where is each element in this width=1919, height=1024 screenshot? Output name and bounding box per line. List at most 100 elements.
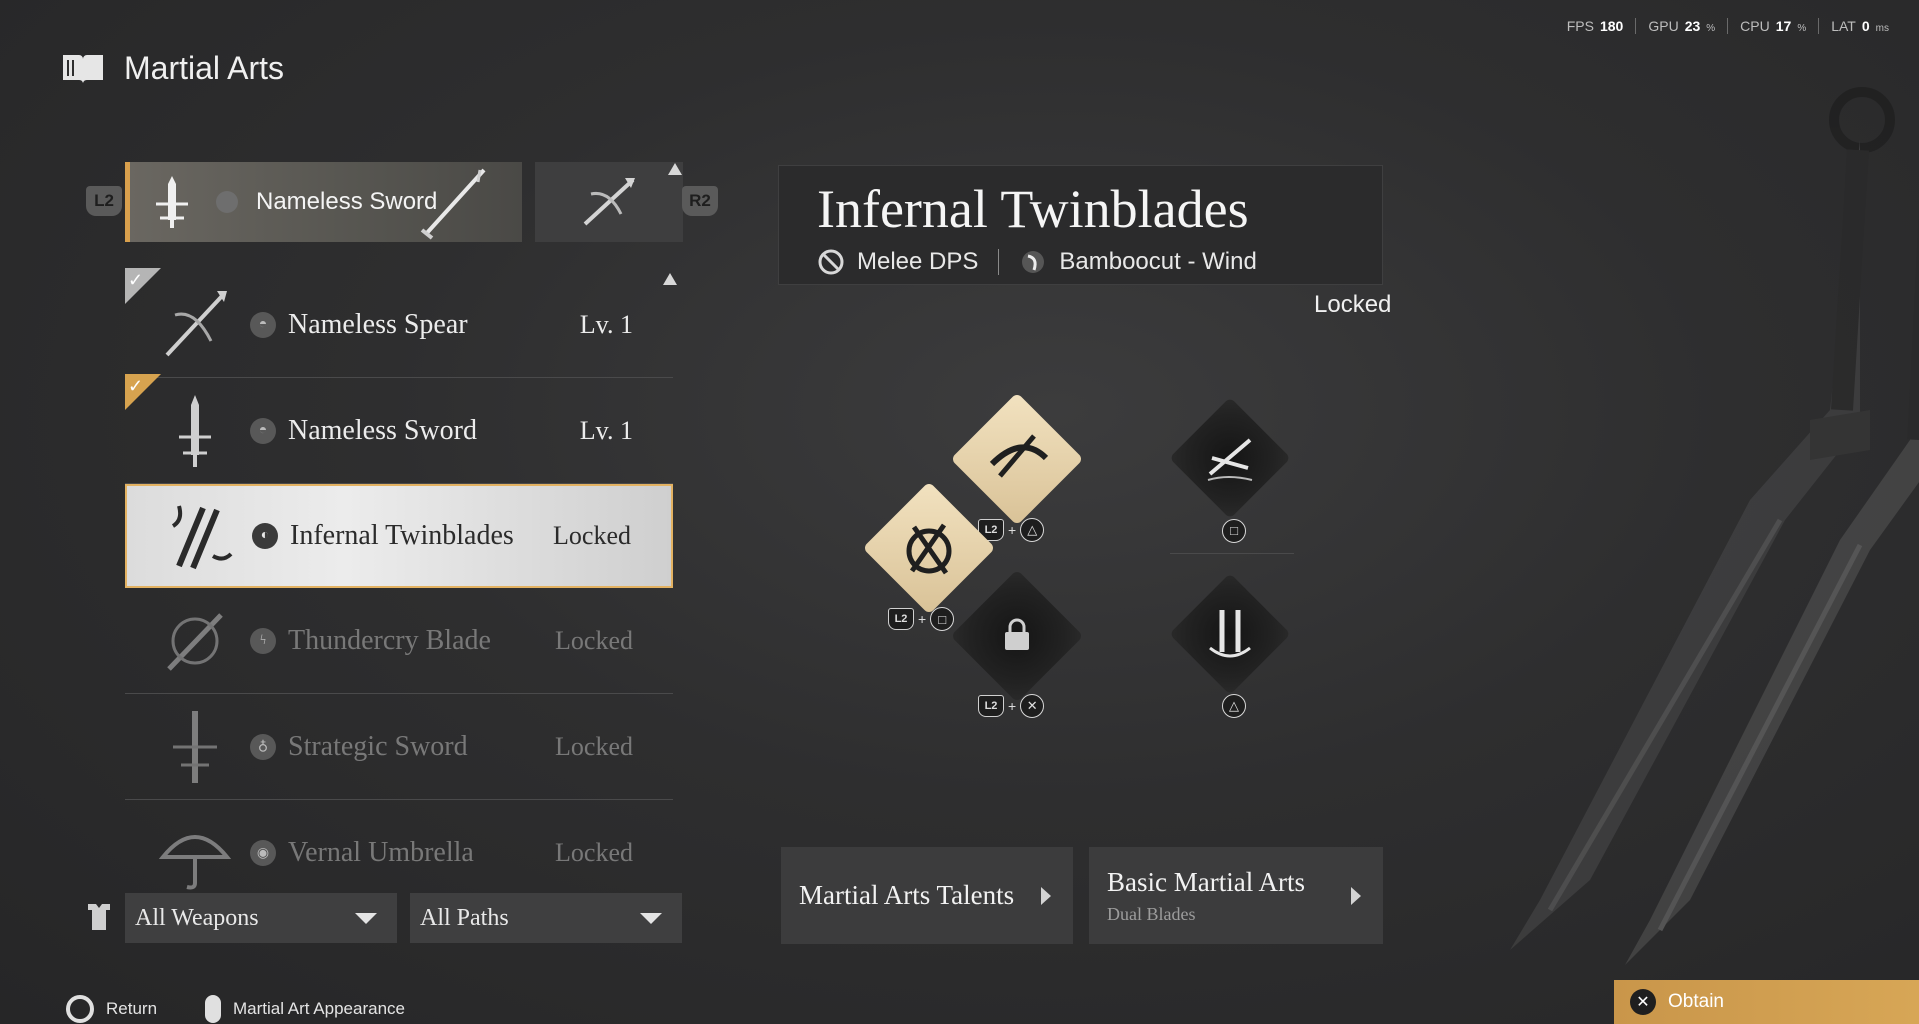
crossed-blades-skill-icon (1207, 438, 1253, 481)
plus-sign: + (1008, 698, 1017, 714)
weapon-row-infernal-twinblades[interactable]: ◐ Infernal Twinblades Locked (125, 484, 673, 588)
scroll-up-indicator[interactable] (668, 163, 682, 175)
skill-slot-l2-square[interactable] (862, 481, 996, 615)
thundercry-weapon-icon (167, 612, 223, 671)
chevron-down-icon (640, 912, 662, 924)
weapon-status: Lv. 1 (579, 309, 633, 339)
twinblades-artwork (1510, 87, 1919, 965)
page-header: Martial Arts (60, 50, 284, 87)
weapon-list: ✓ ◓ Nameless Spear Lv. 1 ✓ ◓ Nameless Sw… (125, 268, 673, 906)
performance-overlay: FPS 180 GPU 23% CPU 17% LAT 0 ms (1555, 18, 1901, 34)
plus-sign: + (918, 611, 927, 627)
spear-glyph-icon (583, 178, 635, 226)
r2-tab-button[interactable]: R2 (682, 186, 718, 216)
page-title: Martial Arts (124, 50, 285, 86)
skill-combo-l2-cross: L2 + ✕ (978, 694, 1045, 718)
weapons-filter-value: All Weapons (135, 904, 259, 931)
meta-divider (998, 249, 1000, 275)
fps-readout: FPS 180 (1555, 18, 1636, 34)
square-button-icon: □ (930, 607, 955, 631)
triangle-button-icon: △ (1222, 694, 1246, 718)
umbrella-weapon-icon (158, 835, 232, 890)
sword-weapon-icon (179, 394, 211, 467)
weapon-status: Locked (555, 625, 633, 655)
touchpad-button-icon (205, 995, 221, 1023)
return-hint[interactable]: Return (66, 995, 157, 1023)
cpu-readout: CPU 17% (1727, 18, 1818, 34)
skill-combo-l2-square: L2 + □ (888, 607, 955, 631)
l2-tab-button[interactable]: L2 (86, 186, 122, 216)
strategic-sword-icon (173, 710, 217, 783)
gpu-unit: % (1706, 23, 1716, 34)
basic-martial-arts-button[interactable]: Basic Martial Arts Dual Blades (1089, 847, 1383, 944)
lat-label: LAT (1831, 18, 1856, 34)
wind-element-icon: ◓ (250, 311, 276, 338)
fps-value: 180 (1599, 18, 1624, 34)
weapon-name: Nameless Spear (288, 308, 468, 340)
thunder-element-icon: ϟ (250, 627, 276, 654)
appearance-hint[interactable]: Martial Art Appearance (205, 995, 405, 1023)
basic-martial-arts-sub: Dual Blades (1107, 903, 1196, 924)
skill-slot-l2-cross-locked[interactable] (950, 569, 1084, 703)
lock-icon (1005, 618, 1029, 650)
obtain-label: Obtain (1668, 991, 1724, 1012)
weapon-tab-active[interactable]: Nameless Sword (125, 162, 522, 242)
plus-sign: + (1008, 522, 1017, 538)
detail-meta: Melee DPS Bamboocut - Wind (817, 248, 1382, 276)
weapon-row-strategic-sword[interactable]: ♁ Strategic Sword Locked (125, 694, 673, 800)
weapon-row-thundercry-blade[interactable]: ϟ Thundercry Blade Locked (125, 588, 673, 694)
detail-status: Locked (1314, 291, 1392, 318)
weapon-name: Thundercry Blade (288, 624, 491, 656)
chevron-right-icon (1041, 886, 1051, 905)
cross-slash-skill-icon (906, 523, 952, 575)
gpu-readout: GPU 23% (1635, 18, 1727, 34)
paths-filter-value: All Paths (420, 904, 509, 931)
weapon-status: Lv. 1 (579, 415, 633, 445)
skill-slot-l2-triangle[interactable] (950, 392, 1084, 526)
book-icon (63, 54, 103, 83)
weapons-filter-dropdown[interactable]: All Weapons (125, 893, 397, 943)
detail-title: Infernal Twinblades (817, 179, 1249, 239)
skill-slot-square[interactable] (1169, 397, 1291, 519)
dual-blades-skill-icon (1209, 610, 1251, 658)
basic-martial-arts-text: Basic Martial Arts Dual Blades (1107, 867, 1305, 925)
detail-path: Bamboocut - Wind (1059, 248, 1257, 275)
weapon-name: Vernal Umbrella (288, 837, 474, 868)
gpu-label: GPU (1648, 18, 1679, 34)
weapon-status: Locked (555, 731, 633, 761)
slash-skill-icon (989, 434, 1049, 478)
weapon-tab-label: Nameless Sword (256, 188, 438, 215)
weapon-tab-secondary[interactable] (535, 162, 683, 242)
chevron-right-icon (1351, 886, 1361, 905)
weapon-name: Strategic Sword (288, 730, 468, 762)
skill-slot-triangle[interactable] (1169, 573, 1291, 695)
square-button-icon: □ (1222, 519, 1246, 543)
l2-button-icon: L2 (888, 608, 914, 630)
triangle-button-icon: △ (1020, 518, 1045, 542)
weapon-status: Locked (553, 521, 631, 550)
return-label: Return (106, 999, 158, 1018)
skill-divider (1170, 553, 1294, 554)
talents-label: Martial Arts Talents (799, 880, 1015, 910)
obtain-button[interactable]: ✕ Obtain (1614, 980, 1919, 1024)
wardrobe-icon[interactable] (84, 900, 114, 932)
lat-value: 0 (1861, 18, 1870, 34)
martial-arts-talents-button[interactable]: Martial Arts Talents (781, 847, 1073, 944)
wind-element-icon (216, 191, 238, 213)
martial-art-detail-panel: Infernal Twinblades Melee DPS Bamboocut … (778, 165, 1383, 285)
detail-role: Melee DPS (857, 248, 979, 275)
weapon-row-nameless-sword[interactable]: ✓ ◓ Nameless Sword Lv. 1 (125, 374, 673, 484)
skill-combo-l2-triangle: L2 + △ (978, 518, 1045, 542)
cpu-unit: % (1797, 23, 1807, 34)
wind-element-icon: ◓ (250, 417, 276, 444)
fps-label: FPS (1566, 18, 1594, 34)
weapon-status: Locked (555, 838, 633, 867)
weapon-row-nameless-spear[interactable]: ✓ ◓ Nameless Spear Lv. 1 (125, 268, 673, 378)
strategic-element-icon: ♁ (250, 733, 276, 760)
cross-button-icon: ✕ (1020, 694, 1045, 718)
cpu-label: CPU (1740, 18, 1770, 34)
cpu-value: 17 (1775, 18, 1792, 34)
weapon-row-vernal-umbrella[interactable]: ◉ Vernal Umbrella Locked (125, 800, 673, 906)
latency-readout: LAT 0 ms (1818, 18, 1901, 34)
paths-filter-dropdown[interactable]: All Paths (410, 893, 682, 943)
